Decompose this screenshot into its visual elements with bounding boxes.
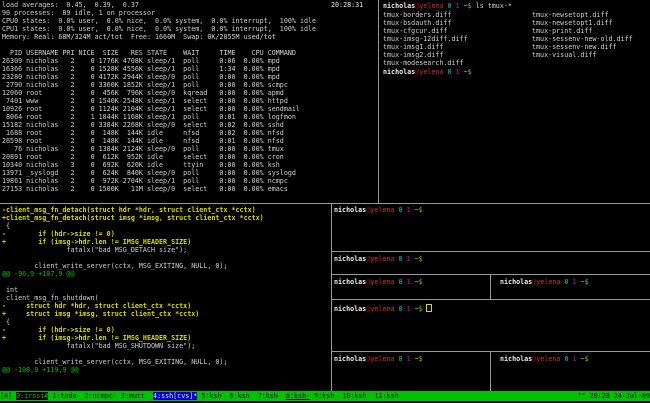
diff-line: fatalx("bad MSG_SHUTDOWN size"); (2, 342, 328, 350)
pane-shell-d[interactable]: nicholas@yelena 0 1 ~$ (491, 275, 650, 299)
status-right-clock: "" 20:28 24-Jul-09 (578, 391, 650, 401)
pane-shell-g[interactable]: nicholas@yelena 0 1 ~$ (491, 352, 650, 391)
diff-line: +client_msg_fn_detach(struct imsg *imsg,… (2, 214, 328, 222)
shell-prompt: nicholas@yelena 0 1 ~$ (334, 278, 423, 286)
pane-shell-a[interactable]: nicholas@yelena 0 1 ~$ (332, 204, 650, 251)
diff-line (2, 254, 328, 262)
top-output: load averages: 0.45, 0.39, 0.37 90 proce… (2, 1, 316, 193)
pane-file-list-shell[interactable]: nicholas@yelena 0 1 ~$ ls tmux-* tmux-bo… (380, 0, 650, 203)
file-list-column-1: tmux-borders.diff tmux-bsdauth.diff tmux… (383, 11, 468, 67)
shell-prompt: nicholas@yelena 0 1 ~$ (334, 206, 423, 214)
tmux-status-bar: [0] 0:irssi# 1:todo 2:ncmpc- 3:mutt 4:ss… (0, 391, 650, 401)
diff-line: + if (imsg->hdr.len != IMSG_HEADER_SIZE) (2, 334, 328, 342)
pane-shell-b[interactable]: nicholas@yelena 0 1 ~$ (332, 252, 650, 274)
shell-prompt: nicholas@yelena 0 1 ~$ (500, 355, 589, 363)
shell-prompt: nicholas@yelena 0 1 ~$ (334, 304, 432, 312)
diff-line: + if (imsg->hdr.len != IMSG_HEADER_SIZE) (2, 238, 328, 246)
pane-shell-f[interactable]: nicholas@yelena 0 1 ~$ (332, 352, 490, 391)
diff-line: { (2, 222, 328, 230)
status-window-item[interactable]: 8:ksh- (286, 392, 310, 400)
pane-shell-c[interactable]: nicholas@yelena 0 1 ~$ (332, 275, 490, 299)
pane-shell-active[interactable]: nicholas@yelena 0 1 ~$ (332, 300, 650, 351)
shell-prompt: nicholas@yelena 0 1 ~$ ls tmux-* (383, 2, 512, 10)
diff-line: client_write_server(cctx, MSG_EXITING, N… (2, 262, 328, 270)
pane-border-vertical-top (378, 0, 379, 203)
diff-line: client_msg_fn_shutdown( (2, 294, 328, 302)
shell-prompt: nicholas@yelena 0 1 ~$ (334, 355, 423, 363)
status-window-item[interactable]: 0:irssi# (16, 392, 48, 400)
status-spacer (399, 391, 578, 401)
diff-line: @@ -108,9 +119,9 @@ (2, 366, 328, 374)
diff-line: - if (hdr->size != 0) (2, 326, 328, 334)
diff-line: int (2, 286, 328, 294)
diff-line: -client_msg_fn_detach(struct hdr *hdr, s… (2, 206, 328, 214)
diff-line: - struct hdr *hdr, struct client_ctx *cc… (2, 302, 328, 310)
terminal-cursor (426, 304, 432, 312)
status-window-list: [0] 0:irssi# 1:todo 2:ncmpc- 3:mutt 4:ss… (0, 391, 399, 401)
pane-system-monitor[interactable]: load averages: 0.45, 0.39, 0.37 90 proce… (0, 0, 377, 203)
diff-buffer: -client_msg_fn_detach(struct hdr *hdr, s… (2, 206, 328, 374)
diff-line: + struct imsg *imsg, struct client_ctx *… (2, 310, 328, 318)
top-clock: 20:28:31 (331, 1, 363, 9)
diff-line: { (2, 318, 328, 326)
diff-line: @@ -96,9 +107,9 @@ (2, 270, 328, 278)
shell-prompt: nicholas@yelena 0 1 ~$ (500, 278, 589, 286)
status-window-item[interactable]: 5:ksh 6:ksh 7:ksh (197, 392, 286, 400)
status-window-item[interactable]: 9:ksh 10:ksh 11:ksh (310, 392, 399, 400)
status-window-item[interactable]: [0] (0, 392, 16, 400)
tmux-terminal-screen: load averages: 0.45, 0.39, 0.37 90 proce… (0, 0, 650, 403)
shell-prompt: nicholas@yelena 0 1 ~$ (334, 255, 423, 263)
shell-prompt: nicholas@yelena 0 1 ~$ (383, 68, 472, 76)
diff-line (2, 350, 328, 358)
pane-editor-diff[interactable]: -client_msg_fn_detach(struct hdr *hdr, s… (0, 204, 330, 391)
diff-line: - if (hdr->size != 0) (2, 230, 328, 238)
status-window-item[interactable]: 4:ssh[cvs]* (153, 392, 197, 400)
file-list-column-2: tmux-newsetopt.diff tmux-newsetopt1.diff… (532, 11, 633, 59)
diff-line: fatalx("bad MSG_DETACH size"); (2, 246, 328, 254)
diff-line (2, 278, 328, 286)
diff-line: client_write_server(cctx, MSG_EXITING, N… (2, 358, 328, 366)
status-window-item[interactable]: 1:todo 2:ncmpc- 3:mutt (48, 392, 153, 400)
